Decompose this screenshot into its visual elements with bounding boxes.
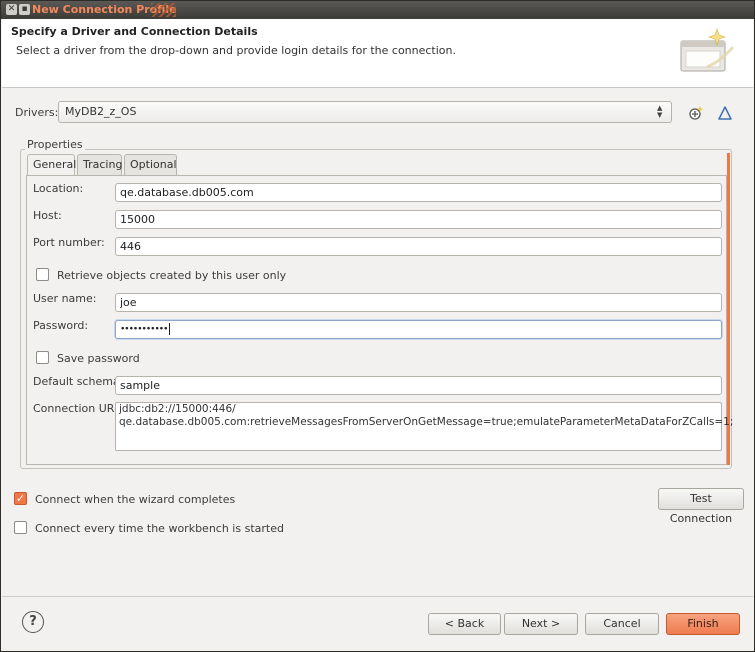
- wizard-header: Specify a Driver and Connection Details …: [2, 19, 753, 88]
- password-value: •••••••••••: [120, 324, 168, 335]
- text-cursor: [169, 323, 171, 335]
- drivers-dropdown[interactable]: MyDB2_z_OS: [58, 101, 672, 123]
- host-label: Host:: [33, 209, 62, 222]
- connect-every-time-checkbox[interactable]: [14, 521, 27, 534]
- drivers-selected: MyDB2_z_OS: [65, 105, 137, 118]
- url-line-2: qe.database.db005.com:retrieveMessagesFr…: [119, 416, 734, 428]
- host-field[interactable]: [115, 210, 722, 229]
- location-label: Location:: [33, 182, 84, 195]
- dialog-window: ✕ ▪ New Connection Profile Specify a Dri…: [0, 0, 755, 652]
- edit-driver-icon[interactable]: [718, 106, 732, 120]
- tab-tracing[interactable]: Tracing: [77, 154, 122, 175]
- port-field[interactable]: [115, 237, 722, 256]
- url-label: Connection URL:: [33, 402, 125, 415]
- username-field[interactable]: [115, 293, 722, 312]
- back-button[interactable]: < Back: [428, 613, 501, 635]
- footer-divider: [2, 596, 753, 597]
- connect-every-time-label: Connect every time the workbench is star…: [35, 522, 284, 535]
- test-connection-button[interactable]: Test Connection: [658, 488, 744, 525]
- tab-general[interactable]: General: [27, 154, 77, 176]
- tab-general-label: General: [33, 158, 77, 171]
- wizard-banner-icon: [680, 28, 735, 72]
- password-field[interactable]: •••••••••••: [115, 320, 722, 339]
- tab-optional-label: Optional: [130, 158, 177, 171]
- schema-label: Default schema:: [33, 375, 124, 388]
- connect-on-finish-checkbox[interactable]: ✓: [14, 492, 27, 505]
- next-button[interactable]: Next >: [504, 613, 578, 635]
- minimize-icon[interactable]: ▪: [19, 4, 30, 15]
- save-password-checkbox[interactable]: [36, 351, 49, 364]
- retrieve-own-label: Retrieve objects created by this user on…: [57, 269, 287, 282]
- retrieve-own-checkbox[interactable]: [36, 268, 49, 281]
- help-icon[interactable]: ?: [22, 611, 44, 633]
- properties-label: Properties: [25, 138, 85, 151]
- cancel-button[interactable]: Cancel: [585, 613, 659, 635]
- finish-button[interactable]: Finish: [666, 613, 740, 635]
- dropdown-arrows-icon: ▲ ▼: [657, 104, 663, 119]
- password-label: Password:: [33, 319, 89, 332]
- username-label: User name:: [33, 292, 97, 305]
- save-password-label: Save password: [57, 352, 140, 365]
- connection-url-field[interactable]: jdbc:db2://15000:446/ qe.database.db005.…: [115, 402, 734, 451]
- tab-tracing-label: Tracing: [83, 158, 123, 171]
- title-bar[interactable]: ✕ ▪ New Connection Profile: [1, 1, 754, 19]
- location-field[interactable]: [115, 183, 722, 202]
- schema-field[interactable]: [115, 376, 722, 395]
- tab-optional[interactable]: Optional: [124, 154, 177, 175]
- page-title: Specify a Driver and Connection Details: [11, 25, 258, 38]
- close-icon[interactable]: ✕: [6, 4, 17, 15]
- url-line-1: jdbc:db2://15000:446/: [119, 403, 236, 415]
- page-description: Select a driver from the drop-down and p…: [16, 44, 456, 57]
- drivers-label: Drivers:: [15, 106, 59, 119]
- title-grip: [151, 3, 176, 17]
- port-label: Port number:: [33, 236, 105, 249]
- new-driver-icon[interactable]: [688, 105, 704, 121]
- connect-on-finish-label: Connect when the wizard completes: [35, 493, 236, 506]
